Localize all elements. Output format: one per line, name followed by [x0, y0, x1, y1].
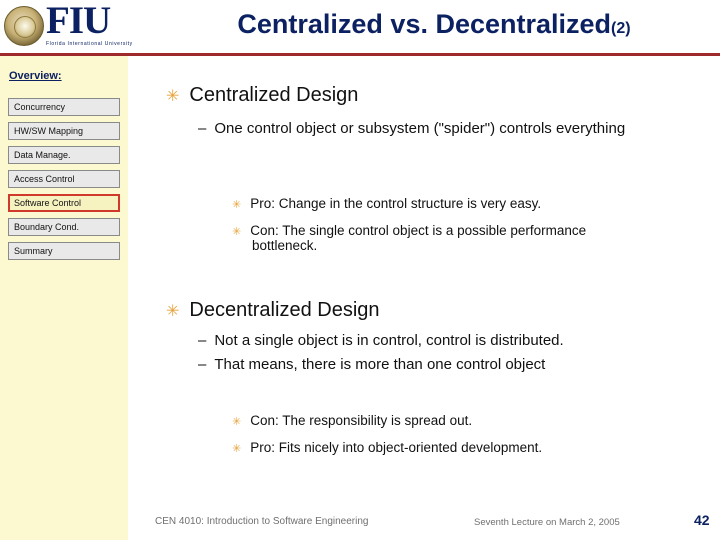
subbullet-decentralized-pro: ✳ Pro: Fits nicely into object-oriented d…: [232, 440, 672, 455]
sidebar-item-access-control[interactable]: Access Control: [8, 170, 120, 188]
asterisk-bullet-icon: ✳: [232, 443, 242, 455]
slide-body: ✳ Centralized Design – One control object …: [128, 56, 720, 540]
bullet-centralized-point-1: – One control object or subsystem ("spide…: [198, 120, 668, 137]
asterisk-bullet-icon: ✳: [232, 416, 242, 428]
dash-bullet-icon: –: [198, 356, 207, 373]
sidebar-item-label: Software Control: [14, 198, 82, 208]
footer-lecture: Seventh Lecture on March 2, 2005: [474, 517, 620, 528]
bullet-text: That means, there is more than one contr…: [214, 356, 546, 373]
slide-header: FIU Florida International University Cen…: [0, 0, 720, 56]
page-number: 42: [694, 512, 710, 528]
subbullet-text: Con: The single control object is a poss…: [250, 223, 587, 253]
sidebar-item-label: Data Manage.: [14, 150, 71, 160]
university-seal-icon: [4, 6, 44, 46]
sidebar-item-hwsw-mapping[interactable]: HW/SW Mapping: [8, 122, 120, 140]
bullet-text: One control object or subsystem ("spider…: [214, 120, 626, 137]
seal-inner-icon: [14, 16, 36, 38]
subbullet-text: Con: The responsibility is spread out.: [250, 413, 473, 428]
sidebar-item-label: Access Control: [14, 174, 75, 184]
footer-course: CEN 4010: Introduction to Software Engin…: [155, 516, 369, 527]
subbullet-decentralized-con: ✳ Con: The responsibility is spread out.: [232, 413, 652, 428]
page-title-main: Centralized vs. Decentralized: [237, 9, 612, 39]
sidebar-item-concurrency[interactable]: Concurrency: [8, 98, 120, 116]
subbullet-centralized-con: ✳ Con: The single control object is a pos…: [232, 223, 612, 253]
subbullet-centralized-pro: ✳ Pro: Change in the control structure is…: [232, 196, 652, 211]
asterisk-bullet-icon: ✳: [166, 303, 180, 320]
dash-bullet-icon: –: [198, 332, 207, 349]
heading-decentralized-design: ✳ Decentralized Design: [166, 299, 380, 322]
sidebar-item-software-control[interactable]: Software Control: [8, 194, 120, 212]
sidebar-title: Overview:: [9, 70, 62, 82]
sidebar-item-label: Summary: [14, 246, 53, 256]
sidebar-item-label: HW/SW Mapping: [14, 126, 84, 136]
logo-subtitle: Florida International University: [46, 41, 133, 47]
asterisk-bullet-icon: ✳: [232, 226, 242, 238]
bullet-decentralized-point-1: – Not a single object is in control, cont…: [198, 332, 698, 349]
asterisk-bullet-icon: ✳: [166, 88, 180, 105]
heading-text: Decentralized Design: [189, 299, 380, 321]
subbullet-text: Pro: Change in the control structure is …: [250, 196, 542, 211]
university-logo: FIU Florida International University: [0, 0, 146, 54]
dash-bullet-icon: –: [198, 120, 207, 137]
logo-wordmark: FIU: [46, 0, 111, 42]
bullet-decentralized-point-2: – That means, there is more than one cont…: [198, 356, 698, 373]
sidebar-item-summary[interactable]: Summary: [8, 242, 120, 260]
page-title: Centralized vs. Decentralized(2): [150, 9, 718, 40]
sidebar-item-data-manage[interactable]: Data Manage.: [8, 146, 120, 164]
bullet-text: Not a single object is in control, contr…: [214, 332, 564, 349]
asterisk-bullet-icon: ✳: [232, 199, 242, 211]
sidebar-item-label: Boundary Cond.: [14, 222, 80, 232]
sidebar: Overview: Concurrency HW/SW Mapping Data…: [0, 56, 128, 540]
sidebar-item-boundary-cond[interactable]: Boundary Cond.: [8, 218, 120, 236]
subbullet-text: Pro: Fits nicely into object-oriented de…: [250, 440, 543, 455]
page-title-suffix: (2): [611, 20, 631, 37]
sidebar-item-label: Concurrency: [14, 102, 66, 112]
heading-centralized-design: ✳ Centralized Design: [166, 84, 358, 107]
heading-text: Centralized Design: [189, 84, 359, 106]
